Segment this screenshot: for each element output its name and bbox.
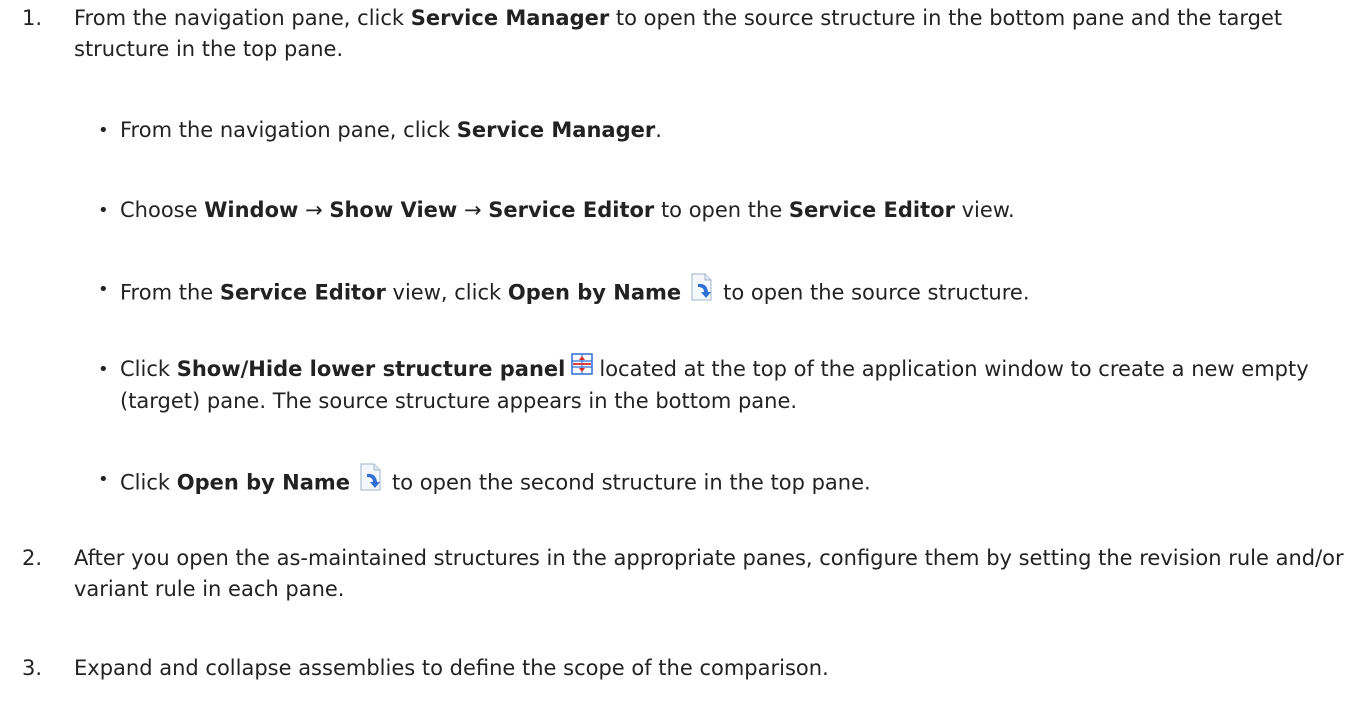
substep-5: • Click Open by Name to open the second s… (98, 462, 1338, 503)
show-hide-lower-structure-panel-icon (571, 352, 594, 384)
step-text: Expand and collapse assemblies to define… (74, 656, 829, 680)
ui-term: Open by Name (176, 470, 351, 495)
step-text: After you open the as-maintained structu… (74, 546, 1344, 601)
ui-term: Show/Hide lower structure panel (176, 357, 566, 381)
substep-4: • Click Show/Hide lower structure panel l… (98, 352, 1338, 417)
substep-1: • From the navigation pane, click Servic… (98, 115, 1338, 146)
bullet-icon: • (98, 279, 109, 300)
bullet-icon: • (98, 359, 109, 380)
step-text: From the navigation pane, click Service … (74, 6, 1283, 61)
ui-term: Service Editor (788, 198, 955, 222)
ui-term: Open by Name (507, 280, 682, 305)
menu-show-view: Show View (329, 198, 458, 222)
substep-2: • Choose Window → Show View → Service Ed… (98, 195, 1338, 226)
ui-term: Service Editor (219, 280, 386, 305)
step-number: 1. (22, 6, 43, 30)
substep-3: • From the Service Editor view, click Op… (98, 272, 1338, 313)
step-number: 3. (22, 656, 43, 680)
bullet-icon: • (98, 469, 109, 490)
ui-term: Service Manager (456, 118, 656, 142)
ui-term: Service Manager (410, 6, 610, 30)
menu-window: Window (204, 198, 299, 222)
open-by-name-icon (356, 462, 386, 501)
step-number: 2. (22, 546, 43, 570)
bullet-icon: • (98, 200, 109, 221)
bullet-icon: • (98, 120, 109, 141)
menu-service-editor: Service Editor (488, 198, 655, 222)
open-by-name-icon (687, 272, 717, 311)
